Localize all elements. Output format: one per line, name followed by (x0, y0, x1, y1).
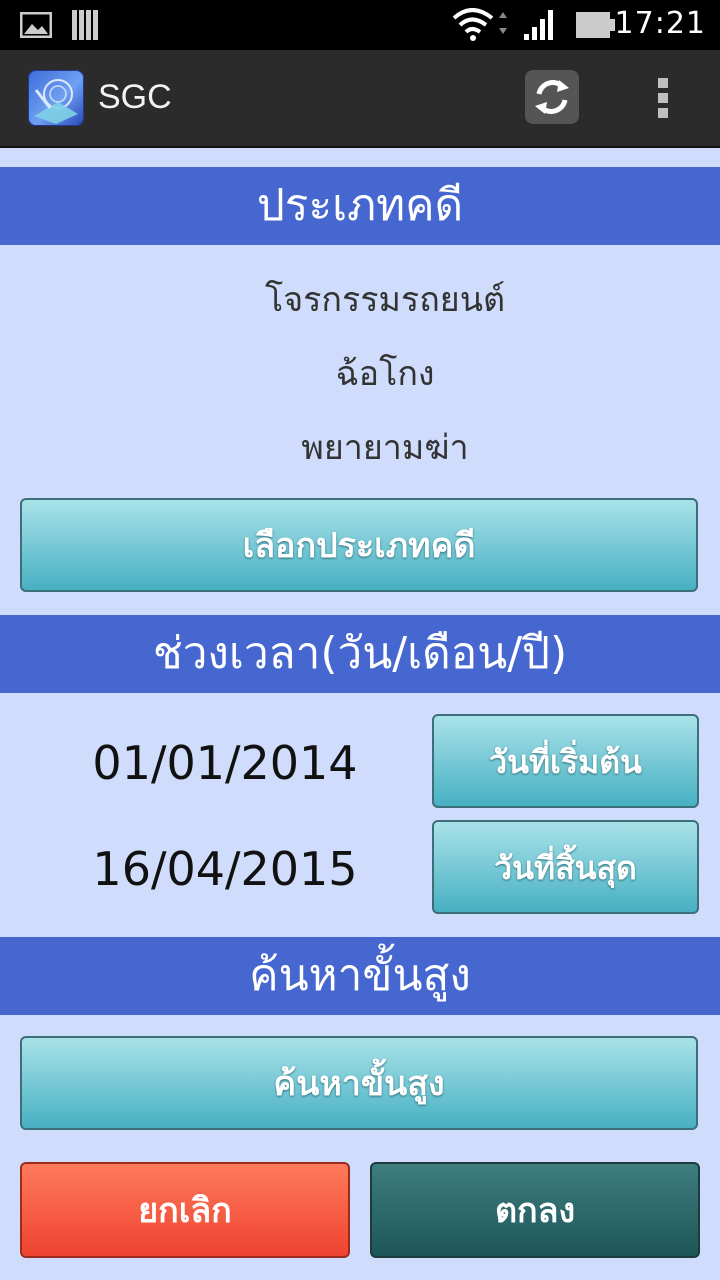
overflow-dot (658, 108, 668, 118)
action-bar: SGC (0, 50, 720, 148)
overflow-dot (658, 93, 668, 103)
period-header: ช่วงเวลา(วัน/เดือน/ปี) (0, 615, 720, 693)
storage-notification-icon (72, 10, 98, 40)
overflow-menu-icon[interactable] (650, 74, 676, 124)
select-case-type-button[interactable]: เลือกประเภทคดี (20, 498, 698, 592)
wifi-icon (452, 8, 507, 41)
overflow-dot (658, 78, 668, 88)
advanced-search-button[interactable]: ค้นหาขั้นสูง (20, 1036, 698, 1130)
app-logo-icon[interactable] (28, 70, 84, 126)
end-date-value: 16/04/2015 (92, 842, 358, 896)
app-logo-graphic (34, 79, 78, 124)
cancel-button[interactable]: ยกเลิก (20, 1162, 350, 1258)
ok-button[interactable]: ตกลง (370, 1162, 700, 1258)
end-date-button[interactable]: วันที่สิ้นสุด (432, 820, 699, 914)
refresh-icon[interactable] (525, 70, 579, 124)
case-type-header: ประเภทคดี (0, 167, 720, 245)
start-date-button[interactable]: วันที่เริ่มต้น (432, 714, 699, 808)
status-bar: 17:21 (0, 0, 720, 50)
case-type-item: โจรกรรมรถยนต์ (264, 280, 506, 320)
image-notification-icon (20, 12, 52, 38)
case-type-item: พยายามฆ่า (301, 428, 469, 468)
advanced-search-header: ค้นหาขั้นสูง (0, 937, 720, 1015)
app-title: SGC (98, 78, 172, 116)
refresh-graphic (535, 80, 569, 114)
case-type-item: ฉ้อโกง (335, 354, 435, 394)
battery-icon (576, 12, 615, 38)
signal-icon (524, 10, 553, 40)
start-date-value: 01/01/2014 (92, 736, 358, 790)
status-time: 17:21 (614, 6, 706, 41)
